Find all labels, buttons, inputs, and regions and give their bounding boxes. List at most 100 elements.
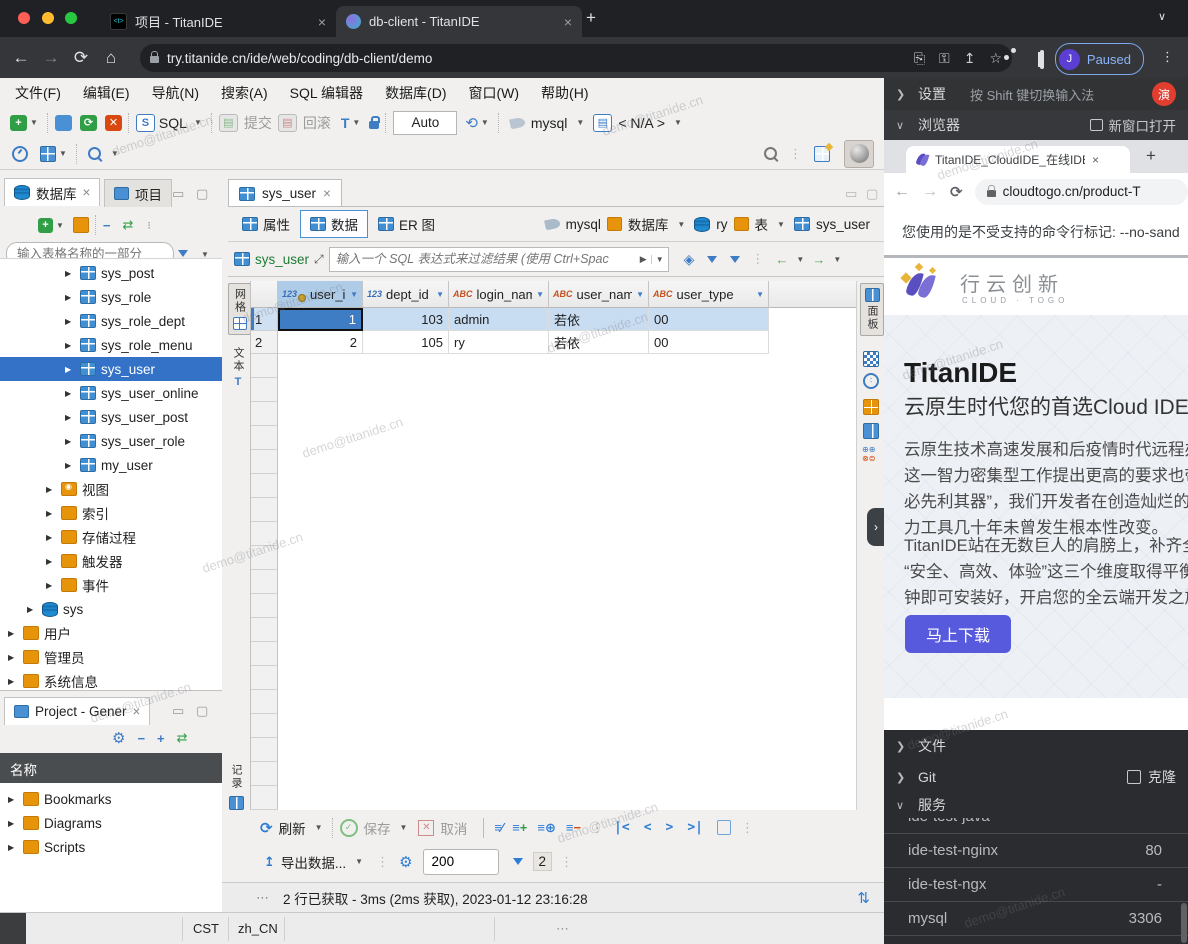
view-tab-0[interactable]: 属性 — [232, 210, 300, 238]
close-tab-icon[interactable]: × — [564, 14, 572, 30]
files-section-header[interactable]: ❯ 文件 — [884, 730, 1188, 762]
connect-icon[interactable] — [55, 115, 72, 131]
fetch-all-icon[interactable] — [717, 820, 731, 835]
expand-filter-icon[interactable]: ⤢ — [314, 252, 324, 267]
empty-row-number[interactable] — [251, 762, 278, 786]
quick-search-icon[interactable] — [764, 147, 777, 160]
expander-icon[interactable]: ▶ — [65, 413, 75, 422]
expander-icon[interactable]: ▶ — [65, 461, 75, 470]
dropdown-icon[interactable]: ▼ — [674, 118, 682, 127]
erase-filter-icon[interactable]: ◈ — [684, 251, 695, 268]
expander-icon[interactable]: ▶ — [65, 389, 75, 398]
dropdown-icon[interactable]: ▼ — [355, 857, 363, 866]
cell-dept_id[interactable]: 103 — [363, 308, 449, 331]
dropdown-icon[interactable]: ▼ — [111, 149, 119, 158]
empty-row-number[interactable] — [251, 378, 278, 402]
download-button[interactable]: 马上下载 — [905, 615, 1011, 653]
services-section-header[interactable]: ∨ 服务 — [884, 792, 1188, 818]
column-header-user_type[interactable]: ABCuser_type▼ — [649, 281, 769, 308]
empty-row-number[interactable] — [251, 402, 278, 426]
metadata-icon[interactable]: ∶ — [863, 373, 879, 389]
maximize-panel-icon[interactable]: ▢ — [196, 703, 208, 719]
view-tab-2[interactable]: ER 图 — [368, 210, 445, 238]
link-editor-icon[interactable]: ⇄ — [177, 730, 188, 746]
cell-login_name[interactable]: admin — [449, 308, 549, 331]
password-key-icon[interactable]: ⚿ — [939, 50, 950, 67]
expander-icon[interactable]: ▶ — [46, 533, 56, 542]
new-folder-icon[interactable] — [73, 217, 89, 233]
tx-filter-icon[interactable]: T — [341, 115, 350, 131]
reload-icon[interactable]: ⟳ — [66, 48, 96, 68]
empty-row-number[interactable] — [251, 618, 278, 642]
empty-row-number[interactable] — [251, 690, 278, 714]
minimize-panel-icon[interactable]: ▭ — [172, 186, 184, 202]
expand-panel-handle[interactable]: › — [867, 508, 885, 546]
panel-toggle[interactable]: 面板 — [860, 283, 884, 336]
cell-login_name[interactable]: ry — [449, 331, 549, 354]
clipboard-icon[interactable]: ⎘ — [914, 50, 925, 67]
nav-back-icon[interactable]: ← — [775, 252, 788, 267]
lock-toggle-icon[interactable] — [369, 121, 379, 129]
sql-editor-icon[interactable]: S — [136, 114, 155, 132]
cell-user_name[interactable]: 若依 — [549, 308, 649, 331]
export-icon[interactable]: ↥ — [264, 854, 275, 870]
empty-row-number[interactable] — [251, 738, 278, 762]
empty-row-number[interactable] — [251, 786, 278, 810]
tree-item-sys_user_online[interactable]: ▶sys_user_online — [0, 381, 222, 405]
empty-row-number[interactable] — [251, 522, 278, 546]
bookmark-star-icon[interactable]: ☆ — [989, 50, 1002, 67]
project-item-diagrams[interactable]: ▶Diagrams — [0, 811, 222, 835]
view-menu-icon[interactable]: ⁝ — [147, 219, 151, 232]
filter-settings-icon[interactable] — [730, 256, 740, 263]
expander-icon[interactable]: ▶ — [8, 795, 18, 804]
context-table[interactable]: sys_user — [816, 217, 870, 232]
menu-item-6[interactable]: 窗口(W) — [458, 78, 531, 108]
apply-filter-icon[interactable]: ▶ — [640, 254, 647, 265]
close-window-button[interactable] — [18, 12, 30, 24]
service-row-ide-test-nginx[interactable]: ide-test-nginx80 — [884, 834, 1188, 868]
services-scrollbar[interactable] — [1181, 903, 1187, 943]
new-connection-icon[interactable]: + — [10, 115, 27, 131]
record-mode-icon[interactable] — [229, 796, 244, 810]
empty-row-number[interactable] — [251, 498, 278, 522]
context-connection[interactable]: mysql — [566, 217, 601, 232]
expander-icon[interactable]: ▶ — [65, 437, 75, 446]
service-row-mysql[interactable]: mysql3306 — [884, 902, 1188, 936]
expander-icon[interactable]: ▶ — [65, 269, 75, 278]
expander-icon[interactable]: ▶ — [65, 293, 75, 302]
expander-icon[interactable]: ▶ — [27, 605, 37, 614]
column-filter-icon[interactable]: ▼ — [436, 290, 444, 299]
tree-item-触发器[interactable]: ▶触发器 — [0, 549, 222, 573]
tree-item-my_user[interactable]: ▶my_user — [0, 453, 222, 477]
tree-item-索引[interactable]: ▶索引 — [0, 501, 222, 525]
expander-icon[interactable]: ▶ — [65, 365, 75, 374]
expander-icon[interactable]: ▶ — [8, 629, 18, 638]
omnibox[interactable]: try.titanide.cn/ide/web/coding/db-client… — [140, 44, 1012, 72]
filter-history-icon[interactable]: ▼ — [651, 255, 664, 264]
empty-row-number[interactable] — [251, 666, 278, 690]
minimize-window-button[interactable] — [42, 12, 54, 24]
maximize-editor-icon[interactable]: ▢ — [866, 186, 878, 202]
profile-button[interactable]: J Paused — [1055, 43, 1144, 75]
collapse-all-icon[interactable]: − — [137, 731, 145, 746]
cell-user_type[interactable]: 00 — [649, 308, 769, 331]
column-header-login_name[interactable]: ABClogin_name▼ — [449, 281, 549, 308]
tab-database[interactable]: 数据库 × — [4, 178, 100, 206]
dashboard-icon[interactable] — [12, 146, 28, 162]
cell-user_id[interactable]: 1 — [278, 308, 363, 331]
account-button[interactable] — [844, 140, 874, 168]
side-panel-icon[interactable] — [1040, 52, 1044, 67]
column-filter-icon[interactable]: ▼ — [350, 290, 358, 299]
cell-user_name[interactable]: 若依 — [549, 331, 649, 354]
refresh-status-icon[interactable]: ⇅ — [857, 889, 870, 907]
gear-icon[interactable]: ⚙ — [399, 853, 412, 871]
close-tab-icon[interactable]: × — [318, 14, 326, 30]
tree-item-sys_user[interactable]: ▶sys_user — [0, 357, 222, 381]
edit-cell-icon[interactable]: ≡⁄ — [494, 820, 502, 835]
editor-tab-sys-user[interactable]: sys_user × — [228, 179, 342, 207]
browser-tab-project[interactable]: <t> 项目 - TitanIDE × — [100, 6, 336, 37]
expander-icon[interactable]: ▶ — [65, 317, 75, 326]
delete-row-icon[interactable]: ≡− — [566, 820, 581, 835]
prev-page-icon[interactable]: < — [644, 820, 652, 835]
dropdown-icon[interactable]: ▼ — [576, 118, 584, 127]
